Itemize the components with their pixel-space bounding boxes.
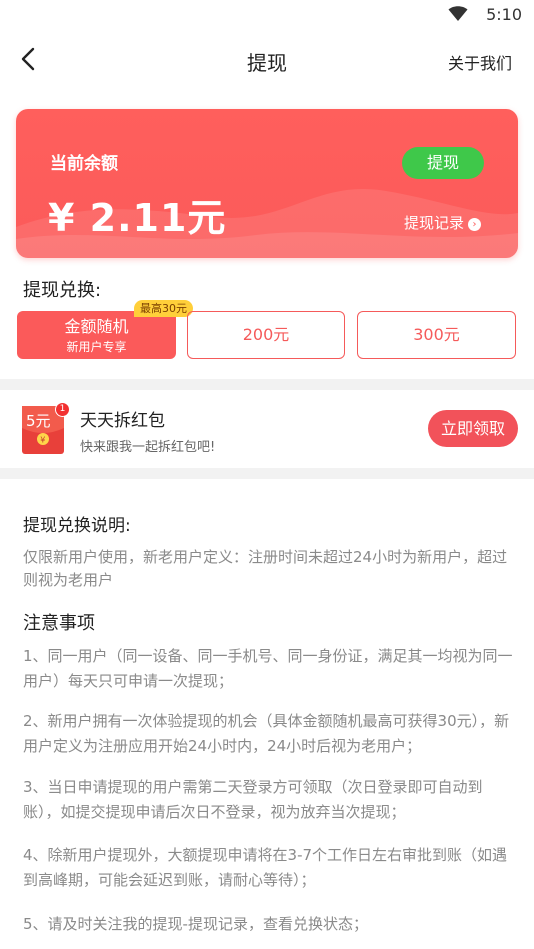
wifi-icon <box>448 6 468 21</box>
withdraw-button[interactable]: 提现 <box>402 147 484 179</box>
withdraw-record-link[interactable]: 提现记录 › <box>404 212 482 233</box>
about-us-link[interactable]: 关于我们 <box>448 50 512 74</box>
option-200[interactable]: 200元 <box>187 311 345 359</box>
red-packet-title: 天天拆红包 <box>80 411 165 431</box>
red-packet-amount: 5元 <box>26 412 51 430</box>
option-sublabel: 新用户专享 <box>66 340 127 354</box>
notice-item: 1、同一用户（同一设备、同一手机号、同一身份证，满足其一均视为同一用户）每天只可… <box>23 647 513 690</box>
claim-now-button[interactable]: 立即领取 <box>428 410 518 447</box>
nav-bar: 提现 关于我们 <box>0 30 534 90</box>
notification-badge: 1 <box>55 402 70 417</box>
chevron-right-icon: › <box>468 218 482 231</box>
section-divider <box>0 379 534 390</box>
notice-item: 4、除新用户提现外，大额提现申请将在3-7个工作日左右审批到账（如遇到高峰期，可… <box>23 846 508 889</box>
notice-item: 3、当日申请提现的用户需第二天登录方可领取（次日登录即可自动到账），如提交提现申… <box>23 778 483 821</box>
description-body: 仅限新用户使用，新老用户定义：注册时间未超过24小时为新用户，超过则视为老用户 <box>23 548 508 589</box>
red-packet-subtitle: 快来跟我一起拆红包吧! <box>80 440 216 455</box>
notice-title: 注意事项 <box>23 613 95 634</box>
status-bar: 5:10 <box>0 0 534 30</box>
exchange-title: 提现兑换: <box>23 280 102 301</box>
svg-text:¥: ¥ <box>40 436 45 445</box>
description-title: 提现兑换说明: <box>23 516 131 536</box>
balance-card: 当前余额 ¥ 2.11元 提现 提现记录 › <box>16 109 518 258</box>
section-divider <box>0 468 534 479</box>
withdraw-record-label: 提现记录 <box>404 214 465 232</box>
option-300[interactable]: 300元 <box>357 311 516 359</box>
option-random-amount[interactable]: 金额随机 新用户专享 <box>17 311 176 359</box>
max-amount-badge: 最高30元 <box>134 300 193 317</box>
balance-label: 当前余额 <box>50 154 118 174</box>
notice-item: 2、新用户拥有一次体验提现的机会（具体金额随机最高可获得30元），新用户定义为注… <box>23 712 510 755</box>
balance-amount: ¥ 2.11元 <box>48 196 227 240</box>
notice-item: 5、请及时关注我的提现-提现记录，查看兑换状态； <box>23 915 368 933</box>
status-time: 5:10 <box>486 5 522 24</box>
